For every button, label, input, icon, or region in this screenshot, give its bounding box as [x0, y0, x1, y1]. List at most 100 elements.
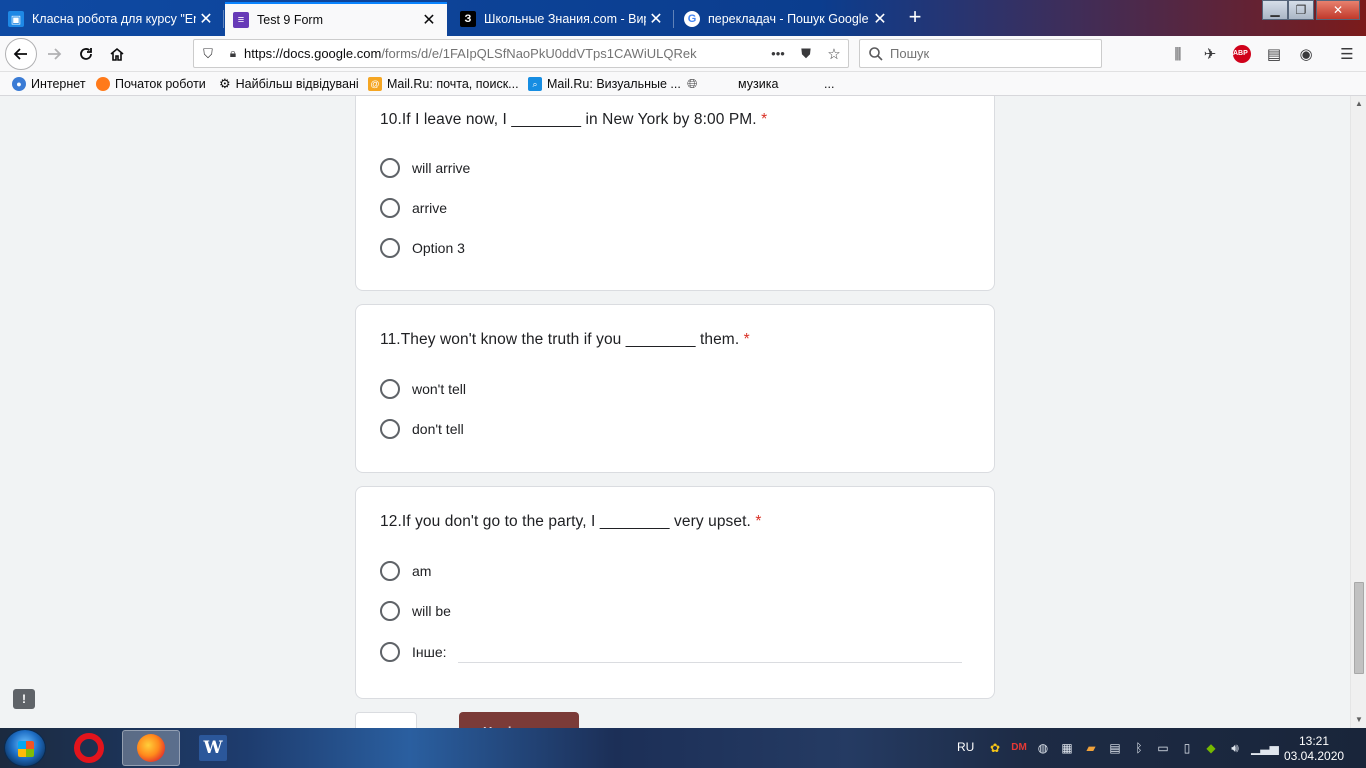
bookmark-getting-started[interactable]: Початок роботи [96, 75, 206, 93]
flower-icon[interactable]: ✿ [987, 740, 1003, 756]
close-tab-icon[interactable]: ✕ [646, 9, 666, 29]
maximize-button[interactable]: ❐ [1288, 0, 1314, 20]
radio-button[interactable] [380, 379, 400, 399]
bookmark-globe[interactable]: 🌐︎ [687, 75, 697, 93]
notes-icon[interactable]: ▤ [1107, 740, 1123, 756]
search-placeholder: Пошук [890, 46, 930, 61]
scrollbar-thumb[interactable] [1354, 582, 1364, 674]
scroll-down-arrow-icon[interactable]: ▼ [1351, 712, 1366, 728]
feedback-icon[interactable]: ! [13, 689, 35, 709]
globe-icon: ● [12, 77, 26, 91]
search-bar[interactable]: Пошук [859, 39, 1102, 68]
back-button[interactable] [5, 38, 37, 70]
option-wont-tell[interactable]: won't tell [380, 377, 466, 401]
radio-button[interactable] [380, 561, 400, 581]
bookmark-internet[interactable]: ● Интернет [12, 75, 86, 93]
volume-icon[interactable]: 🔊︎ [1227, 740, 1243, 756]
signal-icon[interactable]: ▁▃▅ [1251, 740, 1279, 756]
adblock-icon[interactable]: ABP [1232, 44, 1252, 64]
nvidia-icon[interactable]: ◆ [1203, 740, 1219, 756]
minimize-button[interactable]: ▁ [1262, 0, 1288, 20]
tab-strip: ▣ Класна робота для курсу "Eng ✕ ≡ Test … [0, 0, 1366, 36]
lock-icon[interactable]: 🔒︎ [222, 46, 244, 61]
close-tab-icon[interactable]: ✕ [419, 10, 439, 30]
radio-button[interactable] [380, 419, 400, 439]
word-icon: W [199, 735, 227, 761]
option-will-be[interactable]: will be [380, 599, 451, 623]
submit-button[interactable]: Надіслати [459, 712, 579, 728]
bookmark-mailru[interactable]: @ Mail.Ru: почта, поиск... [368, 75, 519, 93]
search-icon [869, 46, 883, 61]
steam-icon[interactable]: ◍ [1035, 740, 1051, 756]
tab-classroom[interactable]: ▣ Класна робота для курсу "Eng ✕ [0, 2, 224, 36]
arrow-right-icon [48, 48, 62, 60]
address-bar[interactable]: ⛉ 🔒︎ https://docs.google.com/forms/d/e/1… [193, 39, 849, 68]
home-icon [110, 47, 124, 61]
radio-button[interactable] [380, 158, 400, 178]
account-icon[interactable]: ◉ [1296, 44, 1316, 64]
bookmark-star-icon[interactable]: ☆ [820, 45, 848, 63]
close-tab-icon[interactable]: ✕ [196, 9, 216, 29]
tab-title: Test 9 Form [257, 13, 323, 27]
reload-icon [80, 48, 92, 60]
dm-icon[interactable]: DM [1011, 740, 1027, 756]
bookmark-most-visited[interactable]: ⚙ Найбільш відвідувані [219, 75, 359, 93]
drive-icon[interactable]: ▭ [1155, 740, 1171, 756]
bookmark-mailru-visual[interactable]: ⌕ Mail.Ru: Визуальные ... [528, 75, 681, 93]
tracking-shield-icon[interactable]: ⛉ [194, 46, 222, 62]
sidebar-icon[interactable]: ▤ [1264, 44, 1284, 64]
option-arrive[interactable]: arrive [380, 196, 447, 220]
window-close-button[interactable]: ✕ [1316, 0, 1360, 20]
bookmarks-toolbar: ● Интернет Початок роботи ⚙ Найбільш від… [0, 72, 1366, 96]
firefox-icon [137, 734, 165, 762]
bookmark-music[interactable]: музика [738, 75, 778, 93]
required-asterisk: * [743, 331, 750, 348]
option-will-arrive[interactable]: will arrive [380, 156, 470, 180]
tool-icon[interactable]: ▦ [1059, 740, 1075, 756]
url-text[interactable]: https://docs.google.com/forms/d/e/1FAIpQ… [244, 46, 764, 61]
radio-button[interactable] [380, 601, 400, 621]
option-other[interactable]: Інше: [380, 640, 447, 664]
taskbar-word[interactable]: W [184, 730, 242, 766]
tab-test-9-form[interactable]: ≡ Test 9 Form ✕ [225, 2, 447, 36]
close-tab-icon[interactable]: ✕ [870, 9, 890, 29]
bluetooth-icon[interactable]: ᛒ [1131, 740, 1147, 756]
radio-button[interactable] [380, 642, 400, 662]
option-3[interactable]: Option 3 [380, 236, 465, 260]
znania-icon: З [460, 11, 476, 27]
menu-icon[interactable]: ☰ [1337, 44, 1357, 64]
extension-icon[interactable]: ✈ [1200, 44, 1220, 64]
folder-icon[interactable]: ▰ [1083, 740, 1099, 756]
other-text-input[interactable] [458, 662, 962, 663]
classroom-icon: ▣ [8, 11, 24, 27]
taskbar-opera[interactable] [60, 730, 118, 766]
forward-button[interactable] [40, 40, 68, 68]
library-icon[interactable]: ⫼ [1168, 44, 1188, 64]
back-button-form[interactable]: Назад [355, 712, 417, 728]
page-scrollbar[interactable]: ▲ ▼ [1350, 96, 1366, 728]
radio-button[interactable] [380, 198, 400, 218]
option-dont-tell[interactable]: don't tell [380, 417, 464, 441]
required-asterisk: * [761, 111, 768, 128]
question-card-12: 12.If you don't go to the party, I _____… [355, 486, 995, 699]
navigation-toolbar: ⛉ 🔒︎ https://docs.google.com/forms/d/e/1… [0, 36, 1366, 72]
question-title: 12.If you don't go to the party, I _____… [380, 513, 762, 530]
device-icon[interactable]: ▯ [1179, 740, 1195, 756]
language-indicator[interactable]: RU [957, 740, 974, 754]
system-clock[interactable]: 13:21 03.04.2020 [1284, 734, 1344, 764]
start-button[interactable] [4, 729, 46, 767]
arrow-left-icon [13, 48, 27, 60]
radio-button[interactable] [380, 238, 400, 258]
tab-google-translate[interactable]: G перекладач - Пошук Google ✕ [676, 2, 898, 36]
page-actions-button[interactable]: ••• [764, 46, 792, 61]
bookmarks-overflow[interactable]: ... [824, 75, 834, 93]
home-button[interactable] [103, 40, 131, 68]
new-tab-button[interactable]: + [900, 4, 930, 32]
option-am[interactable]: am [380, 559, 431, 583]
scroll-up-arrow-icon[interactable]: ▲ [1351, 96, 1366, 112]
search-icon: ⌕ [528, 77, 542, 91]
reload-button[interactable] [72, 40, 100, 68]
taskbar-firefox[interactable] [122, 730, 180, 766]
pocket-icon[interactable]: ⛊ [792, 46, 820, 62]
tab-znania[interactable]: З Школьные Знания.com - Вир ✕ [452, 2, 674, 36]
